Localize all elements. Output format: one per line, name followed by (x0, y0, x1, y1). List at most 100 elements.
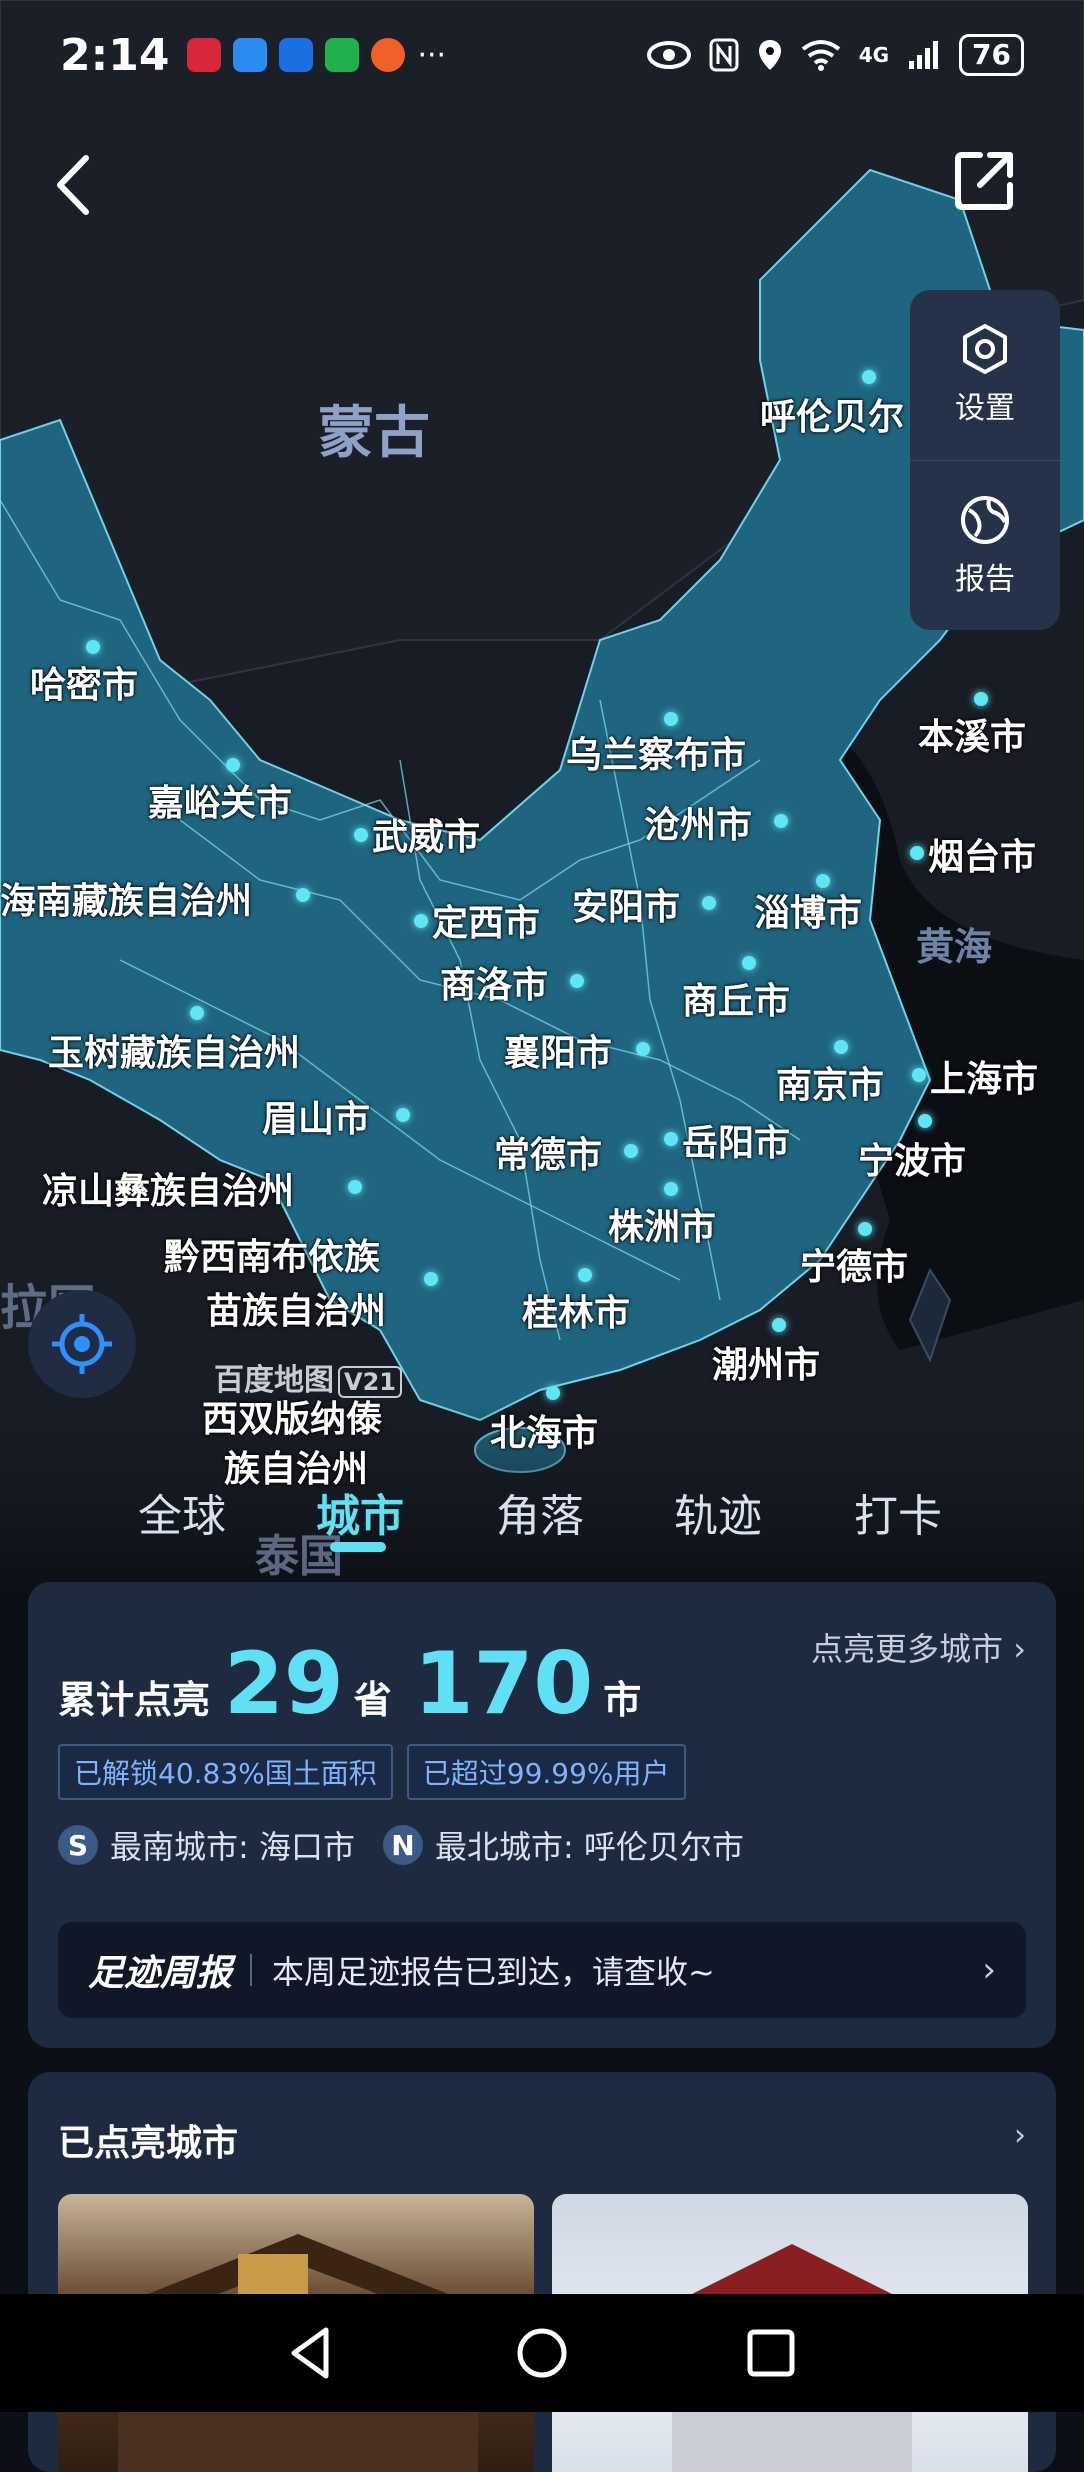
city-dot[interactable] (414, 914, 428, 928)
city-label[interactable]: 哈密市 (30, 656, 138, 708)
tab-bar: 全球 城市 角落 轨迹 打卡 (0, 1480, 1084, 1570)
baidu-map-logo: 百度地图 V21 (214, 1355, 402, 1399)
map-label-yellow-sea: 黄海 (916, 925, 993, 969)
city-dot[interactable] (834, 1040, 848, 1054)
city-label[interactable]: 上海市 (930, 1050, 1038, 1102)
map-view[interactable]: 蒙古 泰国 拉国 黄海 呼伦贝尔 哈密市 嘉峪关市 武威市 乌兰察布市 本溪市 … (0, 0, 1084, 1590)
city-label[interactable]: 凉山彝族自治州 (42, 1162, 294, 1214)
city-label[interactable]: 桂林市 (522, 1284, 630, 1336)
share-button[interactable] (950, 145, 1020, 225)
city-label[interactable]: 潮州市 (712, 1336, 820, 1388)
badges: 已解锁40.83%国土面积 已超过99.99%用户 (58, 1744, 686, 1800)
share-icon (955, 152, 1013, 210)
tab-checkin[interactable]: 打卡 (854, 1480, 942, 1544)
city-dot[interactable] (664, 1132, 678, 1146)
settings-label: 设置 (955, 391, 1015, 426)
city-dot[interactable] (86, 640, 100, 654)
nav-back-icon[interactable] (276, 2318, 346, 2388)
city-dot[interactable] (772, 1318, 786, 1332)
report-button[interactable]: 报告 (910, 460, 1060, 631)
status-time: 2:14 (60, 29, 170, 81)
system-nav-bar (0, 2294, 1084, 2412)
city-label[interactable]: 沧州市 (644, 796, 752, 848)
city-label[interactable]: 商丘市 (682, 972, 790, 1024)
city-dot[interactable] (424, 1272, 438, 1286)
city-label[interactable]: 黔西南布依族 (164, 1228, 380, 1280)
city-dot[interactable] (624, 1144, 638, 1158)
tab-city[interactable]: 城市 (316, 1480, 404, 1544)
southernmost-text: 最南城市: 海口市 (110, 1828, 355, 1866)
city-label[interactable]: 乌兰察布市 (566, 726, 746, 778)
city-dot[interactable] (742, 956, 756, 970)
city-dot[interactable] (912, 1068, 926, 1082)
city-label[interactable]: 襄阳市 (504, 1024, 612, 1076)
lit-cities-card: 已点亮城市 › (28, 2072, 1056, 2472)
nav-home-icon[interactable] (507, 2318, 577, 2388)
city-dot[interactable] (226, 758, 240, 772)
stats-prefix: 累计点亮 (58, 1678, 211, 1722)
settings-button[interactable]: 设置 (910, 290, 1060, 460)
tab-global[interactable]: 全球 (138, 1480, 226, 1544)
city-dot[interactable] (546, 1386, 560, 1400)
city-label[interactable]: 武威市 (372, 808, 480, 860)
city-dot[interactable] (664, 712, 678, 726)
city-dot[interactable] (396, 1108, 410, 1122)
city-dot[interactable] (354, 828, 368, 842)
city-label[interactable]: 岳阳市 (682, 1114, 790, 1166)
city-label[interactable]: 宁波市 (858, 1132, 966, 1184)
city-label[interactable]: 定西市 (432, 894, 540, 946)
nav-recents-icon[interactable] (736, 2318, 806, 2388)
city-dot[interactable] (918, 1114, 932, 1128)
city-dot[interactable] (702, 896, 716, 910)
city-dot[interactable] (190, 1006, 204, 1020)
city-dot[interactable] (858, 1222, 872, 1236)
city-label[interactable]: 南京市 (776, 1056, 884, 1108)
locate-button[interactable] (28, 1290, 136, 1398)
city-label[interactable]: 安阳市 (572, 878, 680, 930)
more-cities-link[interactable]: 点亮更多城市 › (811, 1624, 1026, 1670)
city-dot[interactable] (636, 1042, 650, 1056)
city-dot[interactable] (578, 1268, 592, 1282)
location-icon (758, 40, 781, 70)
city-label[interactable]: 本溪市 (918, 708, 1026, 760)
weekly-report-banner[interactable]: 足迹周报 本周足迹报告已到达，请查收~ › (58, 1922, 1026, 2018)
city-label[interactable]: 淄博市 (754, 884, 862, 936)
active-tab-indicator (330, 1542, 386, 1552)
city-label[interactable]: 常德市 (494, 1126, 602, 1178)
city-label[interactable]: 嘉峪关市 (148, 774, 292, 826)
tab-track[interactable]: 轨迹 (674, 1480, 762, 1544)
more-cities-label: 点亮更多城市 (811, 1630, 1004, 1668)
city-label[interactable]: 海南藏族自治州 (0, 872, 252, 924)
report-label: 报告 (955, 562, 1015, 597)
wifi-icon (801, 40, 840, 71)
tab-corner[interactable]: 角落 (496, 1480, 584, 1544)
city-label[interactable]: 株洲市 (608, 1198, 716, 1250)
city-dot[interactable] (774, 814, 788, 828)
city-label[interactable]: 烟台市 (928, 828, 1036, 880)
divider (250, 1954, 253, 1986)
area-badge: 已解锁40.83%国土面积 (58, 1744, 393, 1800)
city-label[interactable]: 苗族自治州 (206, 1282, 386, 1334)
stats-card: 累计点亮 29 省 170 市 点亮更多城市 › 已解锁40.83%国土面积 已… (28, 1582, 1056, 2048)
city-label[interactable]: 玉树藏族自治州 (48, 1024, 300, 1076)
province-count: 29 (224, 1634, 344, 1734)
city-dot[interactable] (862, 370, 876, 384)
city-dot[interactable] (296, 888, 310, 902)
city-label[interactable]: 眉山市 (262, 1090, 370, 1142)
city-label[interactable]: 北海市 (490, 1404, 598, 1456)
city-dot[interactable] (974, 692, 988, 706)
lit-cities-title: 已点亮城市 (58, 2123, 239, 2164)
city-dot[interactable] (570, 974, 584, 988)
city-label[interactable]: 呼伦贝尔 (760, 388, 904, 440)
city-dot[interactable] (910, 846, 924, 860)
city-dot[interactable] (348, 1180, 362, 1194)
app-notification-icon (187, 38, 222, 72)
city-dot[interactable] (664, 1182, 678, 1196)
chevron-right-icon[interactable]: › (1014, 2118, 1026, 2153)
map-label-mongolia: 蒙古 (318, 401, 430, 466)
back-button[interactable] (40, 140, 110, 230)
northernmost-text: 最北城市: 呼伦贝尔市 (434, 1828, 744, 1866)
app-notification-icon (371, 38, 406, 72)
city-label[interactable]: 宁德市 (800, 1238, 908, 1290)
city-label[interactable]: 商洛市 (440, 956, 548, 1008)
